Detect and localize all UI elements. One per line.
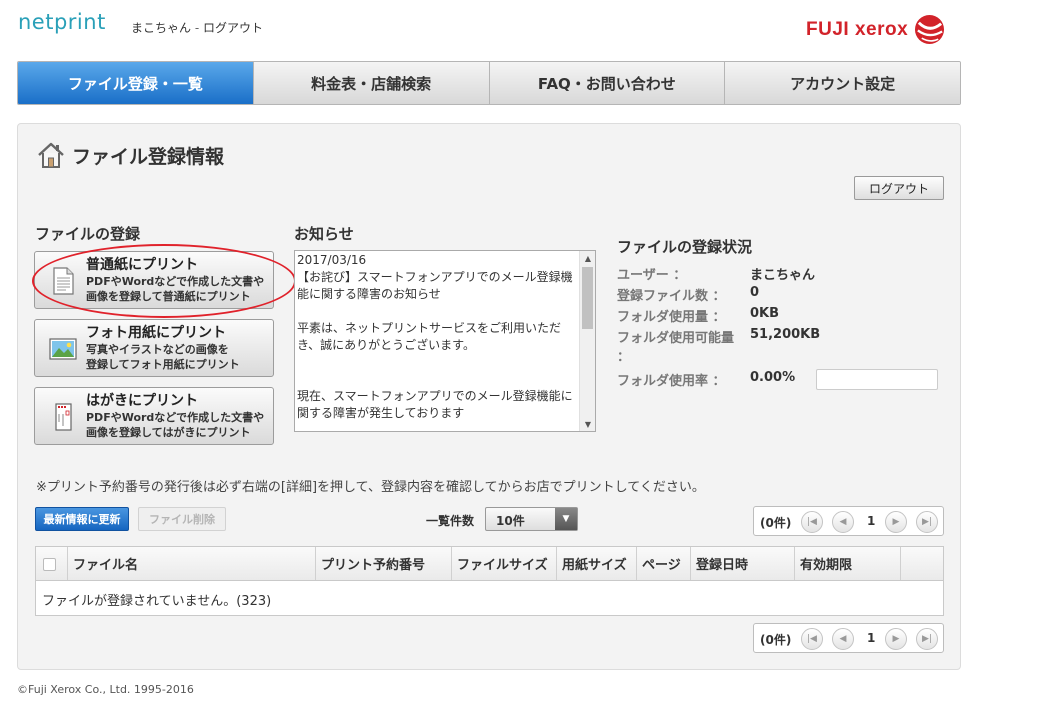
tab-price-store[interactable]: 料金表・店舗検索 — [253, 62, 490, 104]
logout-button[interactable]: ログアウト — [854, 176, 944, 200]
notice-text: ※プリント予約番号の発行後は必ず右端の[詳細]を押して、登録内容を確認してからお… — [36, 480, 705, 495]
postcard-icon — [55, 403, 72, 431]
status-heading: ファイルの登録状況 — [617, 238, 753, 256]
status-label: フォルダ使用量 ： — [617, 310, 726, 325]
scroll-down-icon[interactable]: ▼ — [580, 417, 595, 431]
print-photo-desc-1: 写真やイラストなどの画像を — [86, 343, 229, 356]
pager-page-number: 1 — [867, 514, 876, 528]
last-page-icon[interactable]: ▶| — [916, 628, 938, 650]
status-value: 0KB — [750, 306, 780, 321]
photo-icon — [49, 338, 77, 360]
print-postcard-desc-1: PDFやWordなどで作成した文書や — [86, 411, 265, 424]
page-title: ファイル登録情報 — [36, 140, 224, 170]
tab-file-list[interactable]: ファイル登録・一覧 — [18, 62, 254, 104]
print-plain-desc-1: PDFやWordなどで作成した文書や — [86, 275, 265, 288]
pager-bottom: (0件) |◀ ◀ 1 ▶ ▶| — [753, 623, 944, 653]
col-paper-size[interactable]: 用紙サイズ — [557, 547, 637, 580]
news-box[interactable]: 2017/03/16 【お詫び】スマートフォンアプリでのメール登録機能に関する障… — [294, 250, 596, 432]
xerox-sphere-icon — [915, 14, 945, 45]
usage-progress-bar — [816, 369, 938, 390]
first-page-icon[interactable]: |◀ — [801, 511, 823, 533]
next-page-icon[interactable]: ▶ — [885, 511, 907, 533]
first-page-icon[interactable]: |◀ — [801, 628, 823, 650]
last-page-icon[interactable]: ▶| — [916, 511, 938, 533]
footer-copyright: ©Fuji Xerox Co., Ltd. 1995-2016 — [17, 683, 194, 696]
netprint-logo[interactable]: netprint — [18, 10, 106, 34]
header-logout-link[interactable]: ログアウト — [203, 21, 263, 35]
username: まこちゃん — [131, 21, 192, 35]
document-icon — [53, 267, 74, 295]
main-nav: ファイル登録・一覧 料金表・店舗検索 FAQ・お問い合わせ アカウント設定 — [17, 61, 961, 105]
print-plain-desc-2: 画像を登録して普通紙にプリント — [86, 290, 251, 303]
col-file-size[interactable]: ファイルサイズ — [452, 547, 557, 580]
pager-page-number: 1 — [867, 631, 876, 645]
tab-faq-contact[interactable]: FAQ・お問い合わせ — [489, 62, 726, 104]
status-value: 51,200KB — [750, 327, 821, 342]
pager-count: (0件) — [760, 633, 792, 647]
col-file-name[interactable]: ファイル名 — [68, 547, 316, 580]
print-plain-paper-button[interactable]: 普通紙にプリント PDFやWordなどで作成した文書や 画像を登録して普通紙にプ… — [34, 251, 274, 309]
next-page-icon[interactable]: ▶ — [885, 628, 907, 650]
home-icon — [38, 142, 64, 168]
print-postcard-title: はがきにプリント — [86, 393, 198, 409]
page-title-text: ファイル登録情報 — [72, 145, 225, 168]
status-value: 0 — [750, 285, 760, 300]
brand-text: FUJI xerox — [806, 18, 909, 40]
col-registered-at[interactable]: 登録日時 — [691, 547, 795, 580]
print-plain-title: 普通紙にプリント — [86, 257, 198, 273]
user-line: まこちゃん - ログアウト — [131, 19, 263, 36]
empty-message: ファイルが登録されていません。(323) — [42, 594, 272, 609]
print-photo-paper-button[interactable]: フォト用紙にプリント 写真やイラストなどの画像を 登録してフォト用紙にプリント — [34, 319, 274, 377]
select-all-checkbox[interactable] — [43, 558, 56, 571]
scroll-thumb[interactable] — [582, 267, 593, 329]
status-label: 登録ファイル数 ： — [617, 289, 726, 304]
news-scrollbar[interactable]: ▲ ▼ — [579, 251, 595, 431]
status-label: フォルダ使用可能量 — [617, 331, 735, 346]
main-panel: ファイル登録情報 ログアウト ファイルの登録 普通紙にプリント PDFやWord… — [17, 123, 961, 670]
perpage-value: 10件 — [496, 514, 525, 528]
perpage-select[interactable]: 10件 ▼ — [485, 507, 578, 531]
print-postcard-button[interactable]: はがきにプリント PDFやWordなどで作成した文書や 画像を登録してはがきにプ… — [34, 387, 274, 445]
print-photo-desc-2: 登録してフォト用紙にプリント — [86, 358, 240, 371]
status-label: ユーザー ： — [617, 268, 687, 283]
tab-account-settings[interactable]: アカウント設定 — [725, 62, 960, 104]
col-reservation-number[interactable]: プリント予約番号 — [316, 547, 452, 580]
delete-file-button[interactable]: ファイル削除 — [138, 507, 226, 531]
status-label: フォルダ使用率 ： — [617, 374, 726, 389]
status-value: 0.00% — [750, 370, 796, 385]
user-separator: - — [191, 21, 203, 35]
prev-page-icon[interactable]: ◀ — [832, 628, 854, 650]
table-header: ファイル名 プリント予約番号 ファイルサイズ 用紙サイズ ページ 登録日時 有効… — [36, 547, 943, 581]
col-expires-at[interactable]: 有効期限 — [795, 547, 901, 580]
fuji-xerox-logo: FUJI xerox — [806, 14, 945, 45]
prev-page-icon[interactable]: ◀ — [832, 511, 854, 533]
file-table: ファイル名 プリント予約番号 ファイルサイズ 用紙サイズ ページ 登録日時 有効… — [35, 546, 944, 616]
scroll-up-icon[interactable]: ▲ — [580, 251, 595, 265]
pager-count: (0件) — [760, 516, 792, 530]
refresh-button[interactable]: 最新情報に更新 — [35, 507, 129, 531]
status-label: ： — [617, 350, 631, 365]
chevron-down-icon[interactable]: ▼ — [555, 508, 577, 530]
perpage-label: 一覧件数 — [426, 514, 475, 528]
header: netprint まこちゃん - ログアウト FUJI xerox — [0, 0, 1051, 56]
print-postcard-desc-2: 画像を登録してはがきにプリント — [86, 426, 251, 439]
news-heading: お知らせ — [294, 225, 354, 243]
col-pages[interactable]: ページ — [637, 547, 691, 580]
pager-top: (0件) |◀ ◀ 1 ▶ ▶| — [753, 506, 944, 536]
select-all-cell — [36, 547, 68, 580]
status-value: まこちゃん — [750, 268, 816, 283]
news-content: 2017/03/16 【お詫び】スマートフォンアプリでのメール登録機能に関する障… — [297, 253, 573, 420]
register-heading: ファイルの登録 — [35, 225, 141, 243]
print-photo-title: フォト用紙にプリント — [86, 325, 226, 341]
